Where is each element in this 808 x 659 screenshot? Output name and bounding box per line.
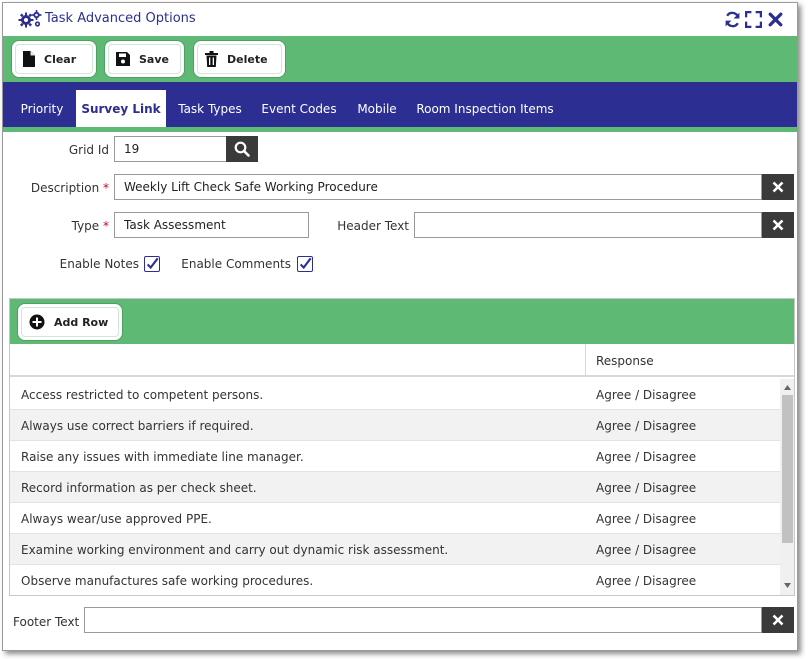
row-text: Examine working environment and carry ou…: [21, 543, 449, 557]
row-text: Access restricted to competent persons.: [21, 388, 264, 402]
scroll-down-icon[interactable]: [783, 581, 792, 590]
close-icon: [772, 219, 784, 231]
footer-text-field[interactable]: [84, 607, 762, 633]
description-label: Description *: [30, 181, 109, 195]
grid-id-search-button[interactable]: [226, 136, 258, 162]
refresh-icon[interactable]: [724, 11, 741, 28]
survey-items-grid: Add Row Response Access restricted to co…: [9, 298, 795, 596]
enable-notes-label: Enable Notes: [59, 257, 139, 271]
title-bar: Task Advanced Options: [3, 3, 797, 36]
table-row[interactable]: Always wear/use approved PPE. Agree / Dis…: [10, 503, 780, 534]
close-icon: [772, 614, 784, 626]
row-text: Raise any issues with immediate line man…: [21, 450, 304, 464]
trash-icon: [205, 51, 218, 67]
scroll-thumb[interactable]: [782, 395, 793, 543]
window-title: Task Advanced Options: [45, 11, 196, 26]
tab-survey-link[interactable]: Survey Link: [76, 90, 166, 127]
task-advanced-options-window: Task Advanced Options Clear Save Delete …: [2, 2, 798, 651]
row-text: Always wear/use approved PPE.: [21, 512, 212, 526]
tab-priority[interactable]: Priority: [11, 90, 73, 127]
required-marker: *: [103, 181, 109, 195]
description-field[interactable]: Weekly Lift Check Safe Working Procedure: [114, 174, 762, 200]
save-icon: [116, 52, 130, 66]
tab-bar-divider: [3, 127, 797, 132]
tab-room-inspection-items[interactable]: Room Inspection Items: [411, 90, 559, 127]
close-icon: [772, 181, 784, 193]
grid-toolbar: Add Row: [10, 299, 794, 344]
grid-header: Response: [10, 344, 794, 377]
clear-button[interactable]: Clear: [12, 41, 96, 77]
search-icon: [234, 141, 250, 157]
footer-text-label: Footer Text: [13, 615, 80, 629]
table-row[interactable]: Access restricted to competent persons. A…: [10, 379, 780, 410]
header-text-label: Header Text: [337, 219, 409, 233]
enable-comments-checkbox[interactable]: [297, 256, 313, 272]
save-button-label: Save: [139, 52, 169, 66]
scroll-up-icon[interactable]: [783, 383, 792, 392]
grid-rows: Access restricted to competent persons. A…: [10, 379, 780, 595]
delete-button[interactable]: Delete: [194, 41, 285, 77]
column-divider: [585, 344, 586, 377]
enable-comments-label: Enable Comments: [181, 257, 291, 271]
add-row-button[interactable]: Add Row: [18, 304, 122, 340]
header-text-clear-button[interactable]: [762, 212, 794, 238]
type-field[interactable]: Task Assessment: [114, 212, 309, 238]
row-response: Agree / Disagree: [596, 543, 697, 557]
row-response: Agree / Disagree: [596, 574, 697, 588]
grid-id-label: Grid Id: [68, 143, 109, 157]
row-response: Agree / Disagree: [596, 512, 697, 526]
gears-icon: [18, 10, 42, 28]
grid-id-field[interactable]: 19: [114, 136, 227, 162]
maximize-icon[interactable]: [745, 11, 762, 28]
header-text-field[interactable]: [414, 212, 762, 238]
row-response: Agree / Disagree: [596, 388, 697, 402]
close-icon[interactable]: [767, 11, 784, 28]
tab-bar: Priority Survey Link Task Types Event Co…: [3, 82, 797, 127]
table-row[interactable]: Record information as per check sheet. Ag…: [10, 472, 780, 503]
table-row[interactable]: Always use correct barriers if required.…: [10, 410, 780, 441]
table-row[interactable]: Examine working environment and carry ou…: [10, 534, 780, 565]
file-icon: [23, 51, 35, 67]
description-clear-button[interactable]: [762, 174, 794, 200]
clear-button-label: Clear: [44, 52, 77, 66]
plus-circle-icon: [29, 314, 45, 330]
table-row[interactable]: Raise any issues with immediate line man…: [10, 441, 780, 472]
action-toolbar: Clear Save Delete: [3, 36, 797, 82]
tab-mobile[interactable]: Mobile: [349, 90, 405, 127]
row-response: Agree / Disagree: [596, 419, 697, 433]
row-text: Observe manufactures safe working proced…: [21, 574, 314, 588]
tab-event-codes[interactable]: Event Codes: [255, 90, 343, 127]
add-row-button-label: Add Row: [54, 315, 109, 329]
grid-scrollbar[interactable]: [780, 379, 794, 595]
row-response: Agree / Disagree: [596, 450, 697, 464]
column-header-response[interactable]: Response: [596, 354, 654, 368]
footer-text-clear-button[interactable]: [762, 607, 794, 633]
row-text: Record information as per check sheet.: [21, 481, 257, 495]
tab-task-types[interactable]: Task Types: [170, 90, 250, 127]
table-row[interactable]: Observe manufactures safe working proced…: [10, 565, 780, 595]
type-label: Type *: [71, 219, 109, 233]
required-marker: *: [103, 219, 109, 233]
save-button[interactable]: Save: [105, 41, 184, 77]
enable-notes-checkbox[interactable]: [144, 256, 160, 272]
row-text: Always use correct barriers if required.: [21, 419, 254, 433]
delete-button-label: Delete: [227, 52, 268, 66]
row-response: Agree / Disagree: [596, 481, 697, 495]
